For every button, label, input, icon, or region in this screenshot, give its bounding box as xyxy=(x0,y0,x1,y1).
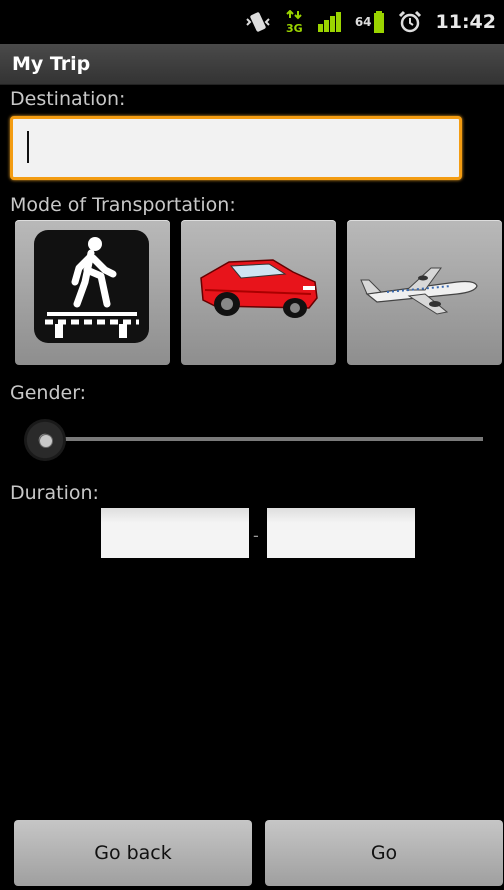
title-bar: My Trip xyxy=(0,44,504,85)
destination-label: Destination: xyxy=(10,88,126,110)
duration-from-input[interactable] xyxy=(101,508,249,558)
app-title: My Trip xyxy=(12,53,91,75)
car-icon xyxy=(200,259,318,318)
svg-text:3G: 3G xyxy=(286,22,303,34)
battery-level: 64 xyxy=(354,15,372,29)
gender-slider-thumb[interactable] xyxy=(24,419,66,461)
battery-icon: 64 xyxy=(355,11,384,33)
text-cursor xyxy=(27,131,29,163)
car-mode-button[interactable] xyxy=(181,220,336,365)
vibrate-icon xyxy=(245,11,271,33)
mode-label: Mode of Transportation: xyxy=(10,194,236,216)
walk-mode-button[interactable] xyxy=(15,220,170,365)
gender-slider-track[interactable] xyxy=(45,437,483,441)
clock: 11:42 xyxy=(435,11,496,33)
signal-icon xyxy=(317,12,341,32)
go-button[interactable]: Go xyxy=(265,820,503,886)
slider-knob xyxy=(39,434,53,448)
status-bar: 3G 64 11:42 xyxy=(0,0,504,44)
pedestrian-icon xyxy=(34,230,149,343)
destination-input[interactable] xyxy=(10,116,462,180)
alarm-icon xyxy=(398,10,422,34)
duration-label: Duration: xyxy=(10,482,99,504)
data-3g-icon: 3G xyxy=(285,10,303,34)
gender-label: Gender: xyxy=(10,382,87,404)
duration-to-input[interactable] xyxy=(267,508,415,558)
plane-mode-button[interactable] xyxy=(347,220,502,365)
airplane-icon xyxy=(360,267,478,315)
duration-separator: - xyxy=(253,526,259,545)
go-back-button[interactable]: Go back xyxy=(14,820,252,886)
